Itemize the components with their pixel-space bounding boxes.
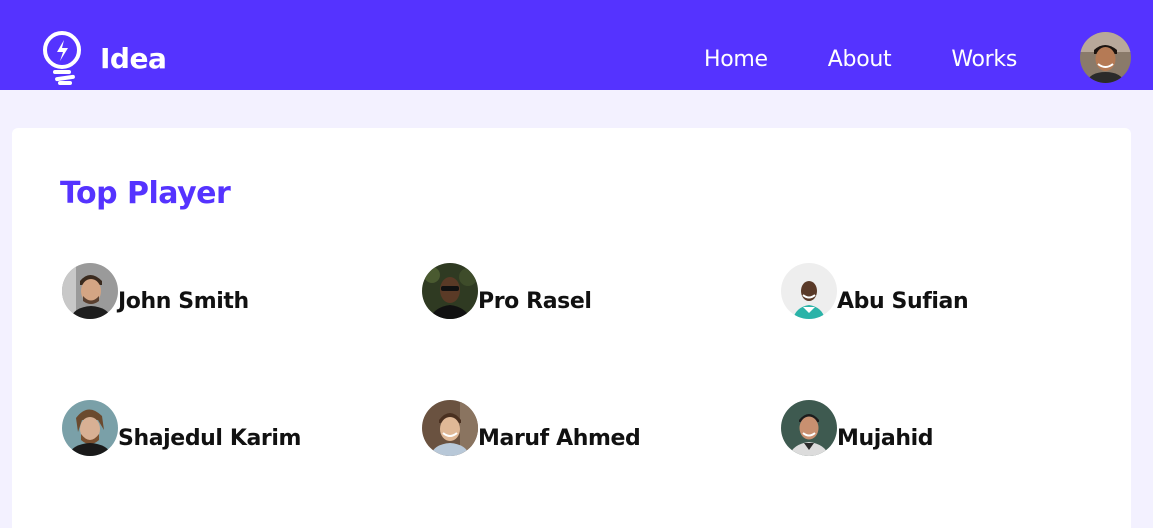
player-name: Maruf Ahmed [478,425,641,451]
top-player-card: Top Player John Smith Pro Rasel Abu Sufi… [12,128,1131,528]
player-name: John Smith [118,288,249,314]
player-item-mujahid[interactable]: Mujahid [781,400,933,456]
player-name: Pro Rasel [478,288,592,314]
top-navbar: Idea Home About Works [0,0,1153,90]
user-avatar-image [1080,32,1131,83]
player-avatar [422,400,478,456]
player-avatar [62,263,118,319]
main-nav: Home About Works [704,47,1017,72]
player-item-john-smith[interactable]: John Smith [62,263,249,319]
nav-home[interactable]: Home [704,47,768,72]
player-avatar [62,400,118,456]
player-name: Shajedul Karim [118,425,302,451]
player-item-shajedul-karim[interactable]: Shajedul Karim [62,400,301,456]
lightbulb-icon [43,31,81,85]
brand-link[interactable]: Idea [40,30,167,86]
player-avatar [422,263,478,319]
nav-works[interactable]: Works [951,47,1017,72]
player-name: Mujahid [837,425,934,451]
player-item-abu-sufian[interactable]: Abu Sufian [781,263,969,319]
player-name: Abu Sufian [837,288,969,314]
nav-about[interactable]: About [828,47,892,72]
brand-name: Idea [100,41,167,75]
player-item-maruf-ahmed[interactable]: Maruf Ahmed [422,400,641,456]
player-item-pro-rasel[interactable]: Pro Rasel [422,263,592,319]
player-avatar [781,263,837,319]
player-avatar [781,400,837,456]
section-title: Top Player [60,176,231,211]
user-avatar[interactable] [1080,32,1131,83]
